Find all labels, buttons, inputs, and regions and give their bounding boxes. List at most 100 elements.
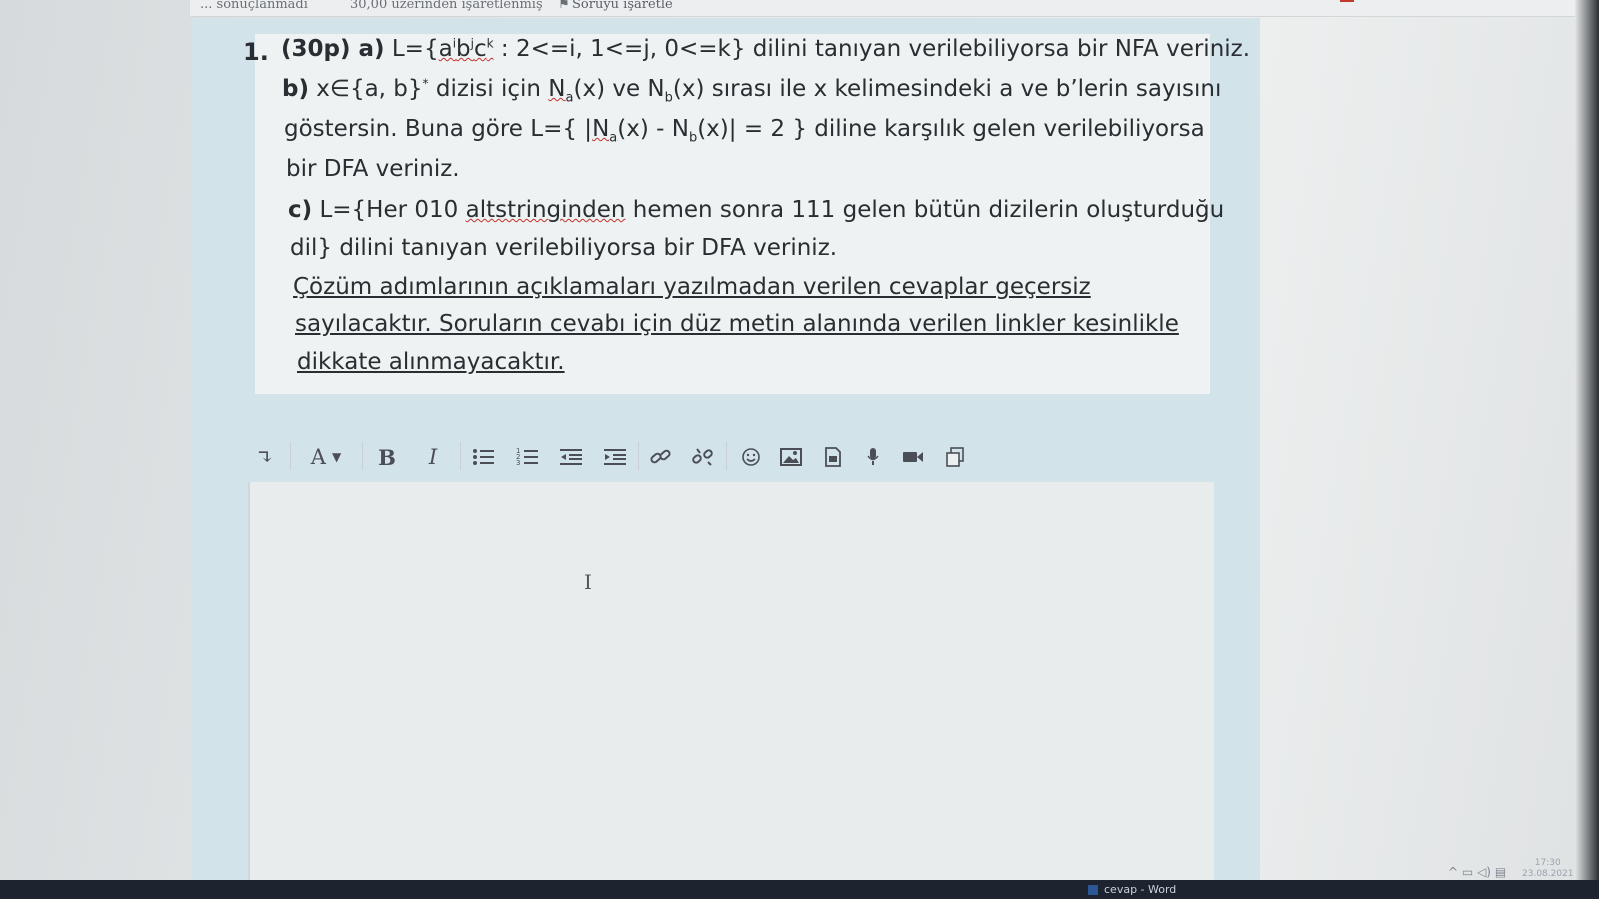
microphone-icon	[867, 448, 879, 465]
b-na: Na	[548, 76, 573, 106]
editor-content[interactable]	[270, 502, 1170, 862]
editor-toolbar: ↴ A ▼ B I 123	[252, 438, 1200, 482]
c-text-1: L={Her 010	[312, 197, 466, 223]
c-label: c)	[288, 197, 313, 223]
unlink-button[interactable]	[688, 438, 718, 476]
network-icon[interactable]: ▭	[1462, 865, 1473, 879]
bold-icon: B	[378, 444, 396, 470]
indent-icon	[604, 449, 626, 465]
system-clock[interactable]: 17:30 23.08.2021	[1522, 858, 1574, 880]
b-text-2: dizisi için	[428, 76, 549, 102]
b2-na: Na	[592, 116, 617, 146]
word-icon	[1088, 885, 1098, 895]
numbered-list-icon: 123	[516, 447, 538, 467]
a-condition: : 2<=i, 1<=j, 0<=k}	[493, 36, 746, 62]
c-text-2: hemen sonra 111 gelen bütün dizilerin ol…	[625, 197, 1225, 223]
toolbar-separator	[362, 442, 363, 470]
bullet-list-icon	[473, 449, 494, 465]
b2-n: N	[592, 116, 610, 142]
media-file-icon	[825, 447, 841, 467]
a-lang-expression: aibjck	[439, 36, 494, 62]
clock-time: 17:30	[1534, 858, 1561, 868]
link-button[interactable]	[646, 438, 676, 476]
word-taskbar-item[interactable]: cevap - Word	[1088, 880, 1218, 899]
points-label: (30p) a)	[281, 36, 385, 62]
italic-button[interactable]: I	[418, 438, 448, 476]
question-part-c-line1: c) L={Her 010 altstringinden hemen sonra…	[288, 197, 1224, 223]
outdent-icon	[560, 449, 582, 465]
question-part-b-line1: b) x∈{a, b}* dizisi için Na(x) ve Nb(x) …	[282, 76, 1221, 106]
video-camera-icon	[903, 452, 923, 462]
clock-date: 23.08.2021	[1522, 869, 1574, 879]
text-cursor-icon: I	[584, 570, 592, 594]
warning-note-line3: dikkate alınmayacaktır.	[297, 349, 565, 375]
font-style-dropdown[interactable]: A ▼	[302, 438, 350, 476]
link-icon	[650, 449, 671, 464]
b2-text-2: (x) - N	[617, 116, 689, 142]
answer-text-editor[interactable]: I	[248, 482, 1214, 899]
c-word: altstringinden	[465, 197, 626, 223]
unlink-icon	[692, 448, 713, 466]
toolbar-separator	[290, 442, 291, 470]
question-part-b-line3: bir DFA veriniz.	[286, 156, 460, 182]
word-title: cevap - Word	[1104, 883, 1177, 896]
emoticon-button[interactable]	[736, 438, 766, 476]
quiz-info-bar: ... sonuçlanmadı 30,00 üzerinden işaretl…	[190, 0, 1599, 17]
question-part-c-line2: dil} dilini tanıyan verilebiliyorsa bir …	[290, 235, 838, 261]
a-var-a: a	[438, 36, 453, 62]
toolbar-expand-button[interactable]: ↴	[252, 438, 278, 476]
a-var-c: c	[473, 36, 487, 62]
a-rest: dilini tanıyan verilebiliyorsa bir NFA v…	[745, 36, 1251, 62]
b-sub-b: b	[664, 90, 673, 106]
b2-text-1: göstersin. Buna göre L={ |	[284, 116, 593, 142]
italic-icon: I	[428, 445, 438, 469]
outdent-button[interactable]	[556, 438, 586, 476]
image-icon	[780, 448, 802, 466]
windows-taskbar	[0, 880, 1599, 899]
system-tray[interactable]: ^ ▭ ◁) ▤	[1448, 865, 1506, 879]
copy-files-icon	[946, 447, 964, 467]
b-text-4: (x) sırası ile x kelimesindeki a ve b’le…	[672, 76, 1222, 102]
b-text-1: x∈{a, b}	[308, 76, 423, 102]
notification-icon[interactable]: ▤	[1495, 865, 1506, 879]
warning-note-line1: Çözüm adımlarının açıklamaları yazılmada…	[293, 274, 1091, 300]
question-number: 1.	[243, 38, 269, 66]
b-na-n: N	[548, 76, 566, 102]
svg-text:3: 3	[516, 459, 520, 467]
expand-icon: ↴	[256, 445, 274, 469]
toolbar-separator	[460, 442, 461, 470]
unordered-list-button[interactable]	[468, 438, 498, 476]
record-audio-button[interactable]	[858, 438, 888, 476]
question-part-a: (30p) a) L={aibjck : 2<=i, 1<=j, 0<=k} d…	[281, 36, 1250, 62]
record-video-button[interactable]	[898, 438, 928, 476]
toolbar-separator	[726, 442, 727, 470]
b-text-3: (x) ve N	[573, 76, 665, 102]
a-lang-prefix: L={	[391, 36, 439, 62]
chevron-up-icon[interactable]: ^	[1448, 865, 1458, 879]
status-text: ... sonuçlanmadı	[200, 0, 308, 12]
marked-out-of-text: 30,00 üzerinden işaretlenmiş	[350, 0, 543, 12]
flag-question-link[interactable]: Soruyu işaretle	[572, 0, 673, 12]
insert-image-button[interactable]	[776, 438, 806, 476]
font-icon: A	[310, 445, 326, 469]
indent-button[interactable]	[600, 438, 630, 476]
question-part-b-line2: göstersin. Buna göre L={ |Na(x) - Nb(x)|…	[284, 116, 1205, 146]
red-marker	[1340, 0, 1354, 2]
a-sup-k: k	[486, 36, 494, 51]
ordered-list-button[interactable]: 123	[512, 438, 542, 476]
manage-files-button[interactable]	[940, 438, 970, 476]
bold-button[interactable]: B	[372, 438, 402, 476]
question-text-box: 1. (30p) a) L={aibjck : 2<=i, 1<=j, 0<=k…	[243, 34, 1250, 394]
volume-icon[interactable]: ◁)	[1477, 865, 1491, 879]
flag-icon[interactable]: ⚑	[558, 0, 570, 12]
insert-media-button[interactable]	[818, 438, 848, 476]
toolbar-separator	[638, 442, 639, 470]
a-var-b: b	[456, 36, 471, 62]
b2-text-3: (x)| = 2 } diline karşılık gelen verileb…	[697, 116, 1205, 142]
caret-down-icon: ▼	[331, 450, 342, 464]
smiley-icon	[742, 448, 760, 466]
screen-edge	[1575, 0, 1599, 899]
b-label: b)	[282, 76, 309, 102]
warning-note-line2: sayılacaktır. Soruların cevabı için düz …	[295, 311, 1179, 337]
b2-sub-b: b	[688, 130, 698, 146]
